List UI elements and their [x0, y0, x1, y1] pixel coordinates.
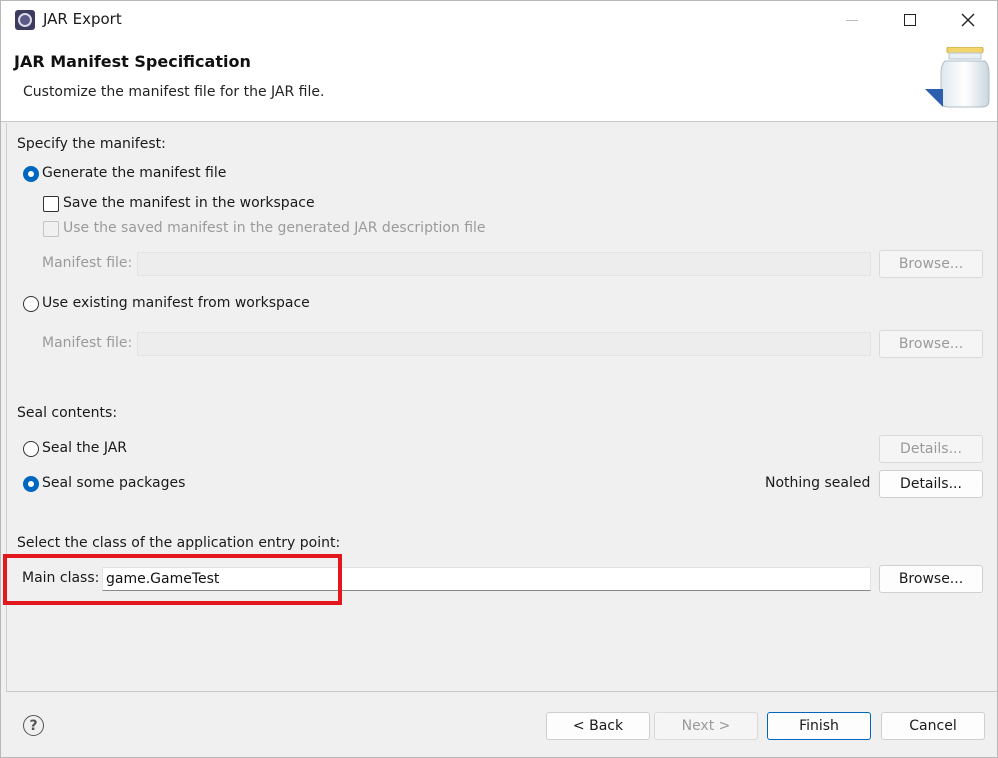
use-existing-manifest-radio[interactable]: [23, 296, 39, 312]
seal-section-label: Seal contents:: [17, 405, 118, 421]
seal-jar-label[interactable]: Seal the JAR: [42, 440, 127, 456]
window-title: JAR Export: [43, 10, 122, 28]
seal-jar-details-button[interactable]: Details...: [879, 435, 983, 463]
jar-wizard-icon: [925, 47, 990, 108]
seal-packages-details-button[interactable]: Details...: [879, 470, 983, 498]
next-button[interactable]: Next >: [654, 712, 758, 740]
main-class-highlight-annotation: [3, 554, 342, 605]
existing-manifest-file-input[interactable]: [137, 332, 871, 356]
use-existing-manifest-label[interactable]: Use existing manifest from workspace: [42, 295, 310, 311]
generate-manifest-radio[interactable]: [23, 166, 39, 182]
manifest-file-input[interactable]: [137, 252, 871, 276]
page-description: Customize the manifest file for the JAR …: [23, 84, 325, 100]
use-saved-manifest-label: Use the saved manifest in the generated …: [63, 220, 486, 236]
main-class-browse-button[interactable]: Browse...: [879, 565, 983, 593]
wizard-content: Specify the manifest: Generate the manif…: [6, 123, 997, 691]
finish-button[interactable]: Finish: [767, 712, 871, 740]
existing-manifest-file-label: Manifest file:: [42, 335, 133, 351]
sealed-status-text: Nothing sealed: [765, 475, 871, 491]
seal-packages-radio[interactable]: [23, 476, 39, 492]
page-title: JAR Manifest Specification: [14, 52, 251, 71]
minimize-button[interactable]: [823, 1, 881, 39]
save-manifest-label[interactable]: Save the manifest in the workspace: [63, 195, 315, 211]
entry-point-section-label: Select the class of the application entr…: [17, 535, 341, 551]
cancel-button[interactable]: Cancel: [881, 712, 985, 740]
save-manifest-checkbox[interactable]: [43, 196, 59, 212]
seal-jar-radio[interactable]: [23, 441, 39, 457]
generate-manifest-label[interactable]: Generate the manifest file: [42, 165, 226, 181]
manifest-browse-button[interactable]: Browse...: [879, 250, 983, 278]
footer-divider: [6, 691, 997, 692]
maximize-button[interactable]: [881, 1, 939, 39]
back-button[interactable]: < Back: [546, 712, 650, 740]
title-bar: JAR Export: [1, 1, 997, 39]
close-icon: [961, 13, 975, 27]
wizard-header: JAR Manifest Specification Customize the…: [1, 39, 997, 122]
seal-packages-label[interactable]: Seal some packages: [42, 475, 185, 491]
manifest-file-label: Manifest file:: [42, 255, 133, 271]
close-button[interactable]: [939, 1, 997, 39]
manifest-section-label: Specify the manifest:: [17, 136, 166, 152]
existing-manifest-browse-button[interactable]: Browse...: [879, 330, 983, 358]
minimize-icon: [846, 19, 858, 21]
maximize-icon: [904, 14, 916, 26]
help-icon[interactable]: ?: [23, 715, 44, 736]
use-saved-manifest-checkbox[interactable]: [43, 221, 59, 237]
eclipse-app-icon: [15, 10, 35, 30]
jar-export-window: JAR Export JAR Manifest Specification Cu…: [0, 0, 998, 758]
